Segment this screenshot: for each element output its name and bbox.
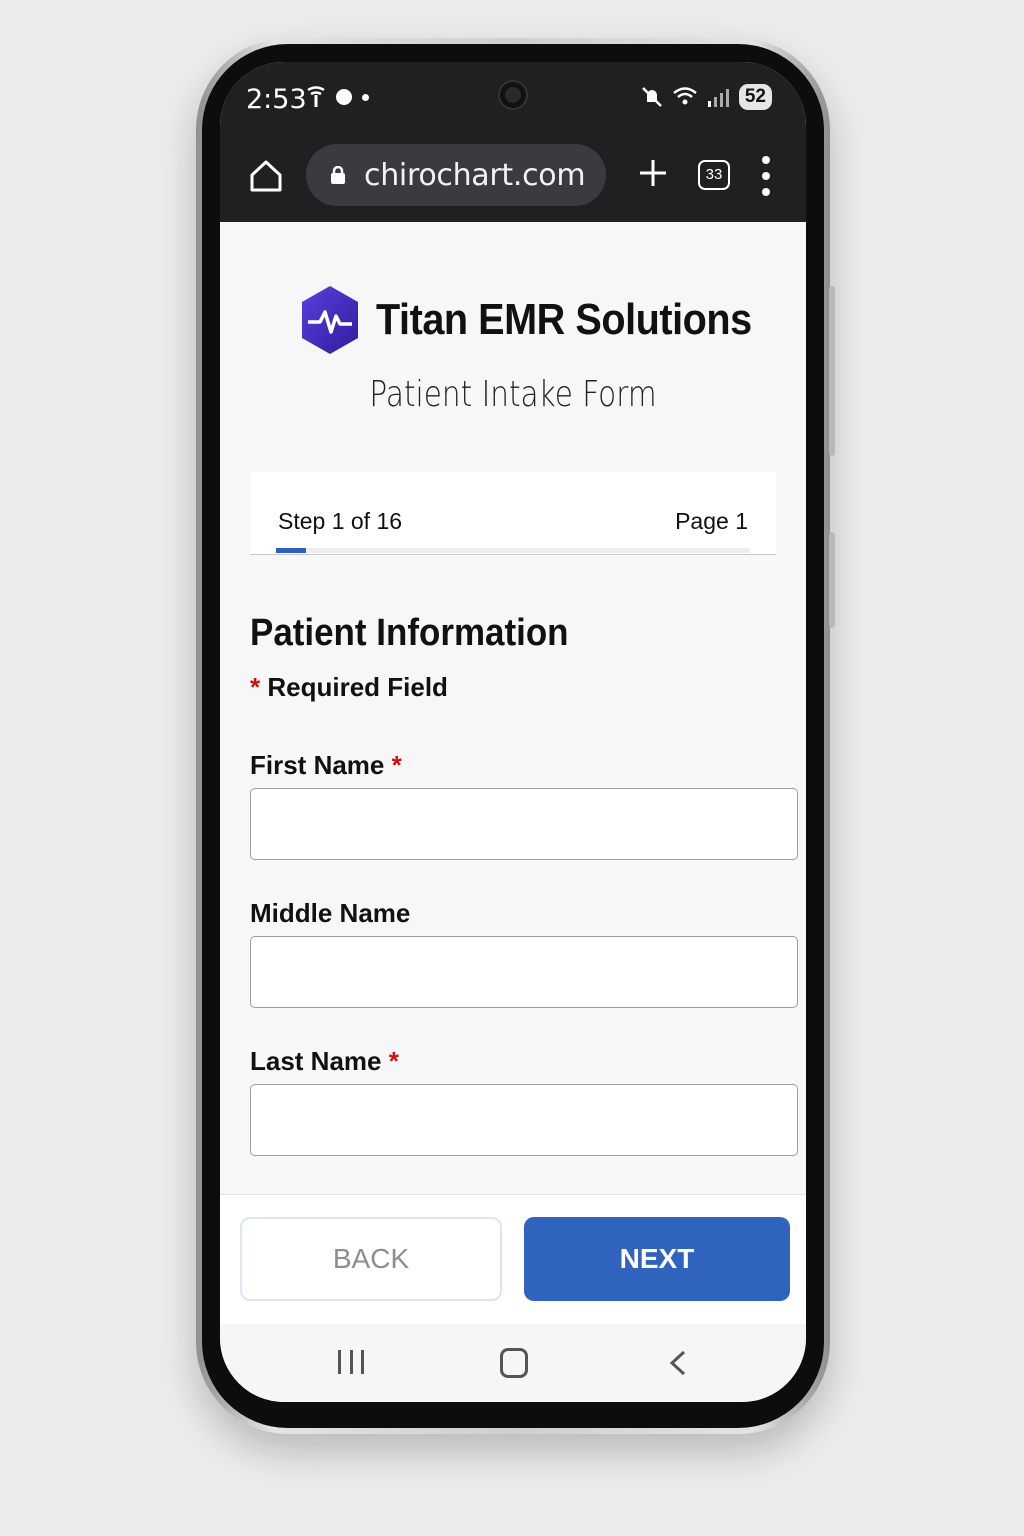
first-name-label: First Name * — [250, 750, 402, 781]
last-name-label: Last Name * — [250, 1046, 399, 1077]
volume-button — [829, 286, 835, 456]
next-button[interactable]: NEXT — [524, 1217, 790, 1301]
required-star: * — [388, 1046, 399, 1076]
home-icon[interactable] — [248, 158, 284, 194]
browser-toolbar: chirochart.com 33 — [220, 144, 806, 208]
screen: 2:53 52 chirochart.com 33 Titan EMR Solu… — [220, 62, 806, 1402]
first-name-label-text: First Name — [250, 750, 385, 780]
last-name-input[interactable] — [250, 1084, 798, 1156]
dot-icon — [336, 89, 352, 105]
address-bar[interactable]: chirochart.com — [306, 144, 606, 206]
required-star: * — [250, 672, 261, 702]
browser-chrome: 2:53 52 chirochart.com 33 — [220, 62, 806, 222]
small-dot-icon — [362, 93, 369, 101]
nav-home-icon[interactable] — [500, 1348, 528, 1378]
brand-header: Titan EMR Solutions — [300, 284, 793, 356]
middle-name-input[interactable] — [250, 936, 798, 1008]
page-title: Patient Intake Form — [369, 374, 657, 415]
nav-back-icon[interactable] — [668, 1350, 688, 1376]
front-camera — [500, 82, 526, 108]
progress-bar — [276, 548, 750, 553]
wifi-icon — [673, 87, 697, 105]
status-bar: 2:53 52 — [220, 62, 806, 132]
status-icons-right: 52 — [641, 84, 772, 110]
back-button[interactable]: BACK — [240, 1217, 502, 1301]
first-name-input[interactable] — [250, 788, 798, 860]
step-label: Step 1 of 16 — [278, 508, 403, 534]
required-note-text: Required Field — [267, 672, 448, 702]
signal-icon — [707, 89, 729, 107]
progress-fill — [276, 548, 306, 553]
mute-icon — [641, 87, 662, 107]
middle-name-label: Middle Name — [250, 898, 410, 929]
required-star: * — [391, 750, 402, 780]
battery-indicator: 52 — [738, 84, 772, 110]
more-icon[interactable] — [760, 156, 772, 196]
section-title: Patient Information — [250, 612, 569, 654]
page-label: Page 1 — [675, 508, 748, 534]
step-progress-card: Step 1 of 16 Page 1 — [250, 472, 776, 555]
required-note: * Required Field — [250, 672, 448, 703]
status-icons-left — [306, 86, 369, 108]
lock-icon — [331, 166, 345, 184]
heartbeat-logo-icon — [302, 286, 358, 354]
middle-name-label-text: Middle Name — [250, 898, 411, 928]
form-nav-bar: BACK NEXT — [220, 1194, 806, 1325]
tabs-icon[interactable]: 33 — [698, 160, 730, 190]
brand-name: Titan EMR Solutions — [376, 295, 752, 344]
page-content: Titan EMR Solutions Patient Intake Form … — [220, 222, 806, 1194]
url-text: chirochart.com — [364, 157, 586, 193]
system-nav-bar — [220, 1324, 806, 1402]
last-name-label-text: Last Name — [250, 1046, 382, 1076]
plus-icon[interactable] — [638, 158, 668, 188]
antenna-icon — [307, 86, 325, 107]
recents-icon[interactable] — [338, 1350, 364, 1374]
power-button — [829, 532, 835, 628]
status-time: 2:53 — [246, 84, 307, 115]
